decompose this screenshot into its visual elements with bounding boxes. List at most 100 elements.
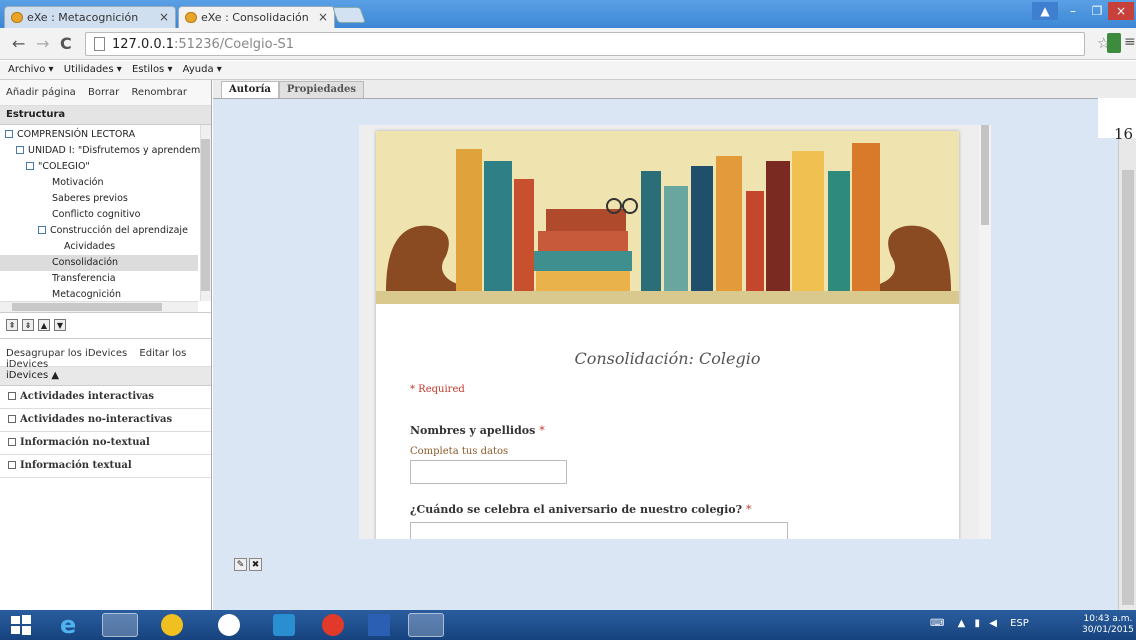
- category-actividades-no-interactivas[interactable]: Actividades no-interactivas: [0, 409, 211, 432]
- page-scrollbar[interactable]: [1118, 100, 1136, 610]
- edit-pencil-icon[interactable]: ✎: [234, 558, 247, 571]
- clock-date: 30/01/2015: [1082, 625, 1134, 635]
- windows-taskbar: e ⌨ ▲ ▮ ◀ ESP 10:43 a.m. 30/01/2015: [0, 610, 1136, 640]
- menu-ayuda[interactable]: Ayuda ▾: [183, 64, 222, 75]
- clipped-page-number: 16: [1098, 98, 1136, 142]
- tree-node-comprension[interactable]: COMPRENSIÓN LECTORA: [5, 127, 135, 143]
- question-aniversario: ¿Cuándo se celebra el aniversario de nue…: [410, 503, 751, 516]
- category-label: Actividades interactivas: [20, 391, 155, 402]
- keyboard-icon[interactable]: ⌨: [930, 618, 944, 629]
- language-indicator[interactable]: ESP: [1010, 618, 1029, 629]
- question-label: ¿Cuándo se celebra el aniversario de nue…: [410, 503, 743, 516]
- browser-tab-metacognicion[interactable]: eXe : Metacognición ×: [4, 6, 176, 28]
- browser-tab-label: eXe : Metacognición: [27, 11, 139, 24]
- forward-arrow-icon[interactable]: →: [36, 34, 49, 53]
- expand-icon[interactable]: [8, 415, 16, 423]
- move-up-icon[interactable]: ▲: [38, 319, 50, 331]
- tree-node-construccion[interactable]: Construcción del aprendizaje: [38, 223, 188, 239]
- reload-icon[interactable]: C: [60, 34, 72, 53]
- media-app-icon[interactable]: [161, 614, 183, 636]
- outline-toolbar: Añadir página Borrar Renombrar: [0, 80, 211, 106]
- word-icon[interactable]: [368, 614, 390, 636]
- promote-icon[interactable]: ⇞: [6, 319, 18, 331]
- scroll-thumb[interactable]: [1122, 170, 1134, 605]
- tree-node-unidad[interactable]: UNIDAD I: "Disfrutemos y aprendemos: [16, 143, 211, 159]
- scroll-thumb[interactable]: [12, 303, 162, 311]
- menu-estilos[interactable]: Estilos ▾: [132, 64, 173, 75]
- color-app-icon[interactable]: [322, 614, 344, 636]
- ungroup-idevices-button[interactable]: Desagrupar los iDevices: [6, 348, 127, 359]
- tree-horizontal-scrollbar[interactable]: [0, 301, 198, 312]
- maximize-button[interactable]: ❐: [1084, 2, 1110, 20]
- page-icon: [94, 37, 105, 51]
- collapse-icon[interactable]: [26, 162, 34, 170]
- windows-start-icon[interactable]: [10, 614, 32, 636]
- rename-button[interactable]: Renombrar: [131, 87, 187, 98]
- url-input[interactable]: 127.0.0.1:51236/Coelgio-S1: [85, 32, 1085, 56]
- delete-x-icon[interactable]: ✖: [249, 558, 262, 571]
- category-label: Actividades no-interactivas: [20, 414, 173, 425]
- ie-icon[interactable]: e: [60, 611, 82, 639]
- collapse-icon[interactable]: [16, 146, 24, 154]
- expand-icon[interactable]: [8, 461, 16, 469]
- new-tab-button[interactable]: [332, 7, 366, 23]
- file-explorer-icon[interactable]: [102, 613, 138, 637]
- tree-node-label: UNIDAD I: "Disfrutemos y aprendemos: [28, 145, 211, 156]
- camera-app-icon[interactable]: [273, 614, 295, 636]
- back-arrow-icon[interactable]: ←: [12, 34, 25, 53]
- chrome-icon[interactable]: [408, 613, 444, 637]
- embedded-form-viewer: Consolidación: Colegio * Required Nombre…: [359, 125, 991, 539]
- tree-vertical-scrollbar[interactable]: [200, 125, 211, 301]
- menu-utilidades[interactable]: Utilidades ▾: [64, 64, 122, 75]
- google-form: Consolidación: Colegio * Required Nombre…: [376, 131, 959, 539]
- user-icon[interactable]: ▲: [1032, 2, 1058, 20]
- aniversario-input[interactable]: [410, 522, 788, 539]
- tree-node-actividades[interactable]: Acividades: [64, 239, 115, 255]
- idevice-edit-buttons: ✎ ✖: [234, 557, 264, 571]
- move-down-icon[interactable]: ▼: [54, 319, 66, 331]
- demote-icon[interactable]: ⇟: [22, 319, 34, 331]
- tree-node-saberes[interactable]: Saberes previos: [52, 191, 128, 207]
- tray-arrow-icon[interactable]: ▲: [958, 618, 966, 629]
- expand-icon[interactable]: [8, 392, 16, 400]
- left-pane: Añadir página Borrar Renombrar Estructur…: [0, 80, 212, 610]
- tree-node-label: "COLEGIO": [38, 161, 90, 172]
- required-asterisk: *: [539, 424, 545, 437]
- tree-node-consolidacion[interactable]: Consolidación: [0, 255, 198, 271]
- idevice-toolbar: Desagrupar los iDevices Editar los iDevi…: [0, 339, 211, 370]
- clock[interactable]: 10:43 a.m. 30/01/2015: [1082, 614, 1134, 636]
- delete-button[interactable]: Borrar: [88, 87, 119, 98]
- tree-node-conflicto[interactable]: Conflicto cognitivo: [52, 207, 140, 223]
- tree-node-colegio[interactable]: "COLEGIO": [26, 159, 90, 175]
- close-icon[interactable]: ×: [318, 10, 328, 24]
- extension-icon[interactable]: [1107, 33, 1121, 53]
- expand-icon[interactable]: [8, 438, 16, 446]
- tree-node-motivacion[interactable]: Motivación: [52, 175, 104, 191]
- tab-autoria[interactable]: Autoría: [221, 81, 279, 98]
- browser-tab-consolidacion[interactable]: eXe : Consolidación ×: [178, 6, 335, 28]
- menu-icon[interactable]: ≡: [1124, 34, 1136, 50]
- content-area: Autoría Propiedades Consolidación: Coleg…: [213, 80, 1136, 610]
- category-informacion-textual[interactable]: Información textual: [0, 455, 211, 478]
- category-informacion-no-textual[interactable]: Información no-textual: [0, 432, 211, 455]
- close-icon[interactable]: ×: [159, 10, 169, 24]
- collapse-icon[interactable]: [5, 130, 13, 138]
- scroll-thumb[interactable]: [201, 139, 210, 291]
- idevices-header[interactable]: iDevices ▲: [0, 367, 211, 386]
- hp-icon[interactable]: [218, 614, 240, 636]
- viewer-scrollbar[interactable]: [979, 125, 991, 539]
- nombres-input[interactable]: [410, 460, 567, 484]
- form-title: Consolidación: Colegio: [574, 349, 761, 368]
- network-icon[interactable]: ▮: [975, 618, 981, 629]
- collapse-icon[interactable]: [38, 226, 46, 234]
- tree-node-transferencia[interactable]: Transferencia: [52, 271, 116, 287]
- question-hint: Completa tus datos: [410, 446, 509, 457]
- tab-propiedades[interactable]: Propiedades: [278, 81, 364, 98]
- close-window-button[interactable]: ×: [1108, 2, 1134, 20]
- volume-icon[interactable]: ◀: [989, 618, 997, 629]
- minimize-button[interactable]: –: [1060, 2, 1086, 20]
- menu-archivo[interactable]: Archivo ▾: [8, 64, 54, 75]
- scroll-thumb[interactable]: [981, 125, 989, 225]
- add-page-button[interactable]: Añadir página: [6, 87, 76, 98]
- category-actividades-interactivas[interactable]: Actividades interactivas: [0, 386, 211, 409]
